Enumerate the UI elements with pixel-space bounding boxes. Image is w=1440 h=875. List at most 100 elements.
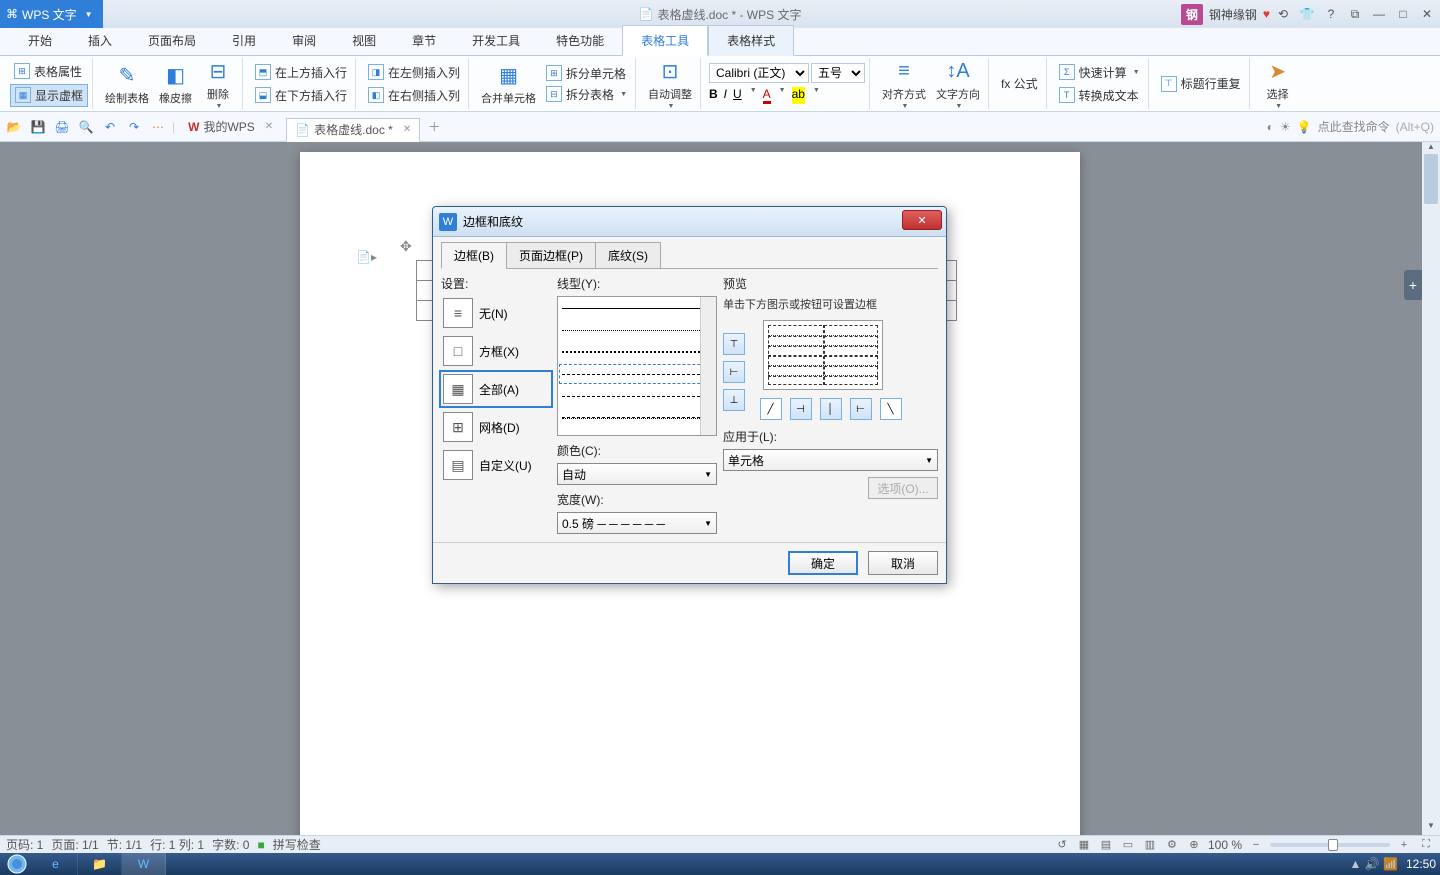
dialog-close-button[interactable]: ✕ <box>902 210 942 230</box>
menu-insert[interactable]: 插入 <box>70 26 130 55</box>
fullscreen-icon[interactable]: ⛶ <box>1418 837 1434 853</box>
preview-box[interactable] <box>763 320 883 390</box>
tab-page-border[interactable]: 页面边框(P) <box>506 242 596 269</box>
close-tab-icon[interactable]: ✕ <box>265 121 273 132</box>
scroll-down-icon[interactable]: ▼ <box>1422 821 1440 835</box>
zoom-slider[interactable] <box>1270 843 1390 847</box>
color-combo[interactable]: 自动▼ <box>557 463 717 485</box>
view-web-icon[interactable]: ▭ <box>1120 837 1136 853</box>
user-badge[interactable]: 钢 <box>1181 4 1203 25</box>
edge-top-button[interactable]: ⊤ <box>723 333 745 355</box>
show-gridlines-button[interactable]: ▦显示虚框 <box>10 84 88 107</box>
header-repeat-button[interactable]: ⊤标题行重复 <box>1157 73 1245 94</box>
font-size-select[interactable]: 五号 <box>811 63 865 83</box>
apply-combo[interactable]: 单元格▼ <box>723 449 938 471</box>
font-color-button[interactable]: A <box>763 87 771 104</box>
menu-devtools[interactable]: 开发工具 <box>454 26 538 55</box>
zoom-percent[interactable]: 100 % <box>1208 838 1242 852</box>
ribbon-toggle-icon[interactable]: ⧉ <box>1344 3 1366 25</box>
status-page-no[interactable]: 页码: 1 <box>6 836 43 853</box>
underline-button[interactable]: U <box>733 87 742 104</box>
menu-pagelayout[interactable]: 页面布局 <box>130 26 214 55</box>
edge-diag1-button[interactable]: ╱ <box>760 398 782 420</box>
status-spell[interactable]: 拼写检查 <box>273 836 321 853</box>
draw-table-button[interactable]: ✎绘制表格 <box>101 59 153 108</box>
menu-chapter[interactable]: 章节 <box>394 26 454 55</box>
open-icon[interactable]: 📂 <box>4 117 24 137</box>
skin-icon[interactable]: 👕 <box>1296 3 1318 25</box>
autofit-button[interactable]: ⊡自动调整▼ <box>644 55 696 112</box>
edge-bottom-button[interactable]: ⊥ <box>723 389 745 411</box>
setting-custom[interactable]: ▤自定义(U) <box>441 448 551 482</box>
delete-button[interactable]: ⊟删除▼ <box>198 55 238 112</box>
insert-col-left-button[interactable]: ◨在左侧插入列 <box>364 62 464 83</box>
line-list-scrollbar[interactable] <box>700 297 716 435</box>
save-icon[interactable]: 💾 <box>28 117 48 137</box>
insert-col-right-button[interactable]: ◧在右侧插入列 <box>364 85 464 106</box>
bold-button[interactable]: B <box>709 87 718 104</box>
font-family-select[interactable]: Calibri (正文) <box>709 63 809 83</box>
settings-icon[interactable]: ◐ <box>1267 120 1274 134</box>
width-combo[interactable]: 0.5 磅 ─ ─ ─ ─ ─ ─▼ <box>557 512 717 534</box>
vertical-scrollbar[interactable]: ▲ ▼ <box>1422 142 1440 835</box>
ok-button[interactable]: 确定 <box>788 551 858 575</box>
cancel-button[interactable]: 取消 <box>868 551 938 575</box>
merge-cells-button[interactable]: ▦合并单元格 <box>477 59 540 108</box>
start-button[interactable] <box>0 853 34 875</box>
insert-row-above-button[interactable]: ⬒在上方插入行 <box>251 62 351 83</box>
status-rowcol[interactable]: 行: 1 列: 1 <box>150 836 204 853</box>
zoom-in-button[interactable]: + <box>1396 837 1412 853</box>
redo-icon[interactable]: ↷ <box>124 117 144 137</box>
menu-tablestyle[interactable]: 表格样式 <box>708 25 794 56</box>
print-icon[interactable]: 🖨 <box>52 117 72 137</box>
side-panel-handle[interactable]: + <box>1404 270 1422 300</box>
view-read-icon[interactable]: ▤ <box>1098 837 1114 853</box>
tab-border[interactable]: 边框(B) <box>441 242 507 269</box>
edge-diag2-button[interactable]: ╲ <box>880 398 902 420</box>
edge-right-button[interactable]: ⊢ <box>850 398 872 420</box>
view-tools-icon[interactable]: ⚙ <box>1164 837 1180 853</box>
user-name[interactable]: 钢神缘钢 <box>1205 6 1261 23</box>
text-direction-button[interactable]: ↕A文字方向▼ <box>932 55 984 112</box>
edge-mid-h-button[interactable]: ⊢ <box>723 361 745 383</box>
setting-box[interactable]: □方框(X) <box>441 334 551 368</box>
alignment-button[interactable]: ≡对齐方式▼ <box>878 55 930 112</box>
zoom-out-button[interactable]: − <box>1248 837 1264 853</box>
zoom-thumb[interactable] <box>1328 839 1338 851</box>
table-properties-button[interactable]: ⊞表格属性 <box>10 61 88 82</box>
menu-reference[interactable]: 引用 <box>214 26 274 55</box>
wps-home-tab[interactable]: W 我的WPS ✕ <box>179 115 282 139</box>
select-button[interactable]: ➤选择▼ <box>1258 55 1298 112</box>
app-menu-button[interactable]: ⌘ WPS 文字 ▼ <box>0 0 103 28</box>
setting-grid[interactable]: ⊞网格(D) <box>441 410 551 444</box>
taskbar-wps[interactable]: W <box>122 853 166 875</box>
tray-icons[interactable]: ▲ 🔊 📶 <box>1350 857 1398 871</box>
formula-button[interactable]: fx 公式 <box>997 73 1042 94</box>
eraser-button[interactable]: ◧橡皮擦 <box>155 59 196 108</box>
help-icon[interactable]: ? <box>1320 3 1342 25</box>
document-tab[interactable]: 📄 表格虚线.doc * ✕ <box>286 118 420 142</box>
print-preview-icon[interactable]: 🔍 <box>76 117 96 137</box>
search-hint[interactable]: 点此查找命令 <box>1318 118 1390 135</box>
insert-row-below-button[interactable]: ⬓在下方插入行 <box>251 85 351 106</box>
history-icon[interactable]: ↺ <box>1054 837 1070 853</box>
heart-icon[interactable]: ♥ <box>1263 7 1270 21</box>
menu-tabletools[interactable]: 表格工具 <box>622 25 708 56</box>
setting-all[interactable]: ▦全部(A) <box>441 372 551 406</box>
split-table-button[interactable]: ⊟拆分表格▼ <box>542 84 631 105</box>
notification-icon[interactable]: ☀ <box>1280 120 1291 134</box>
split-cells-button[interactable]: ⊞拆分单元格 <box>542 63 631 84</box>
menu-view[interactable]: 视图 <box>334 26 394 55</box>
convert-text-button[interactable]: T转换成文本 <box>1055 85 1144 106</box>
tab-shading[interactable]: 底纹(S) <box>595 242 661 269</box>
scroll-thumb[interactable] <box>1424 154 1438 204</box>
refresh-icon[interactable]: ⟲ <box>1272 3 1294 25</box>
close-tab-icon[interactable]: ✕ <box>403 124 411 135</box>
status-words[interactable]: 字数: 0 <box>212 836 249 853</box>
close-button[interactable]: ✕ <box>1416 3 1438 25</box>
status-section[interactable]: 节: 1/1 <box>107 836 142 853</box>
line-style-list[interactable] <box>557 296 717 436</box>
dialog-titlebar[interactable]: W 边框和底纹 ✕ <box>433 207 946 237</box>
view-print-icon[interactable]: ▦ <box>1076 837 1092 853</box>
menu-review[interactable]: 审阅 <box>274 26 334 55</box>
